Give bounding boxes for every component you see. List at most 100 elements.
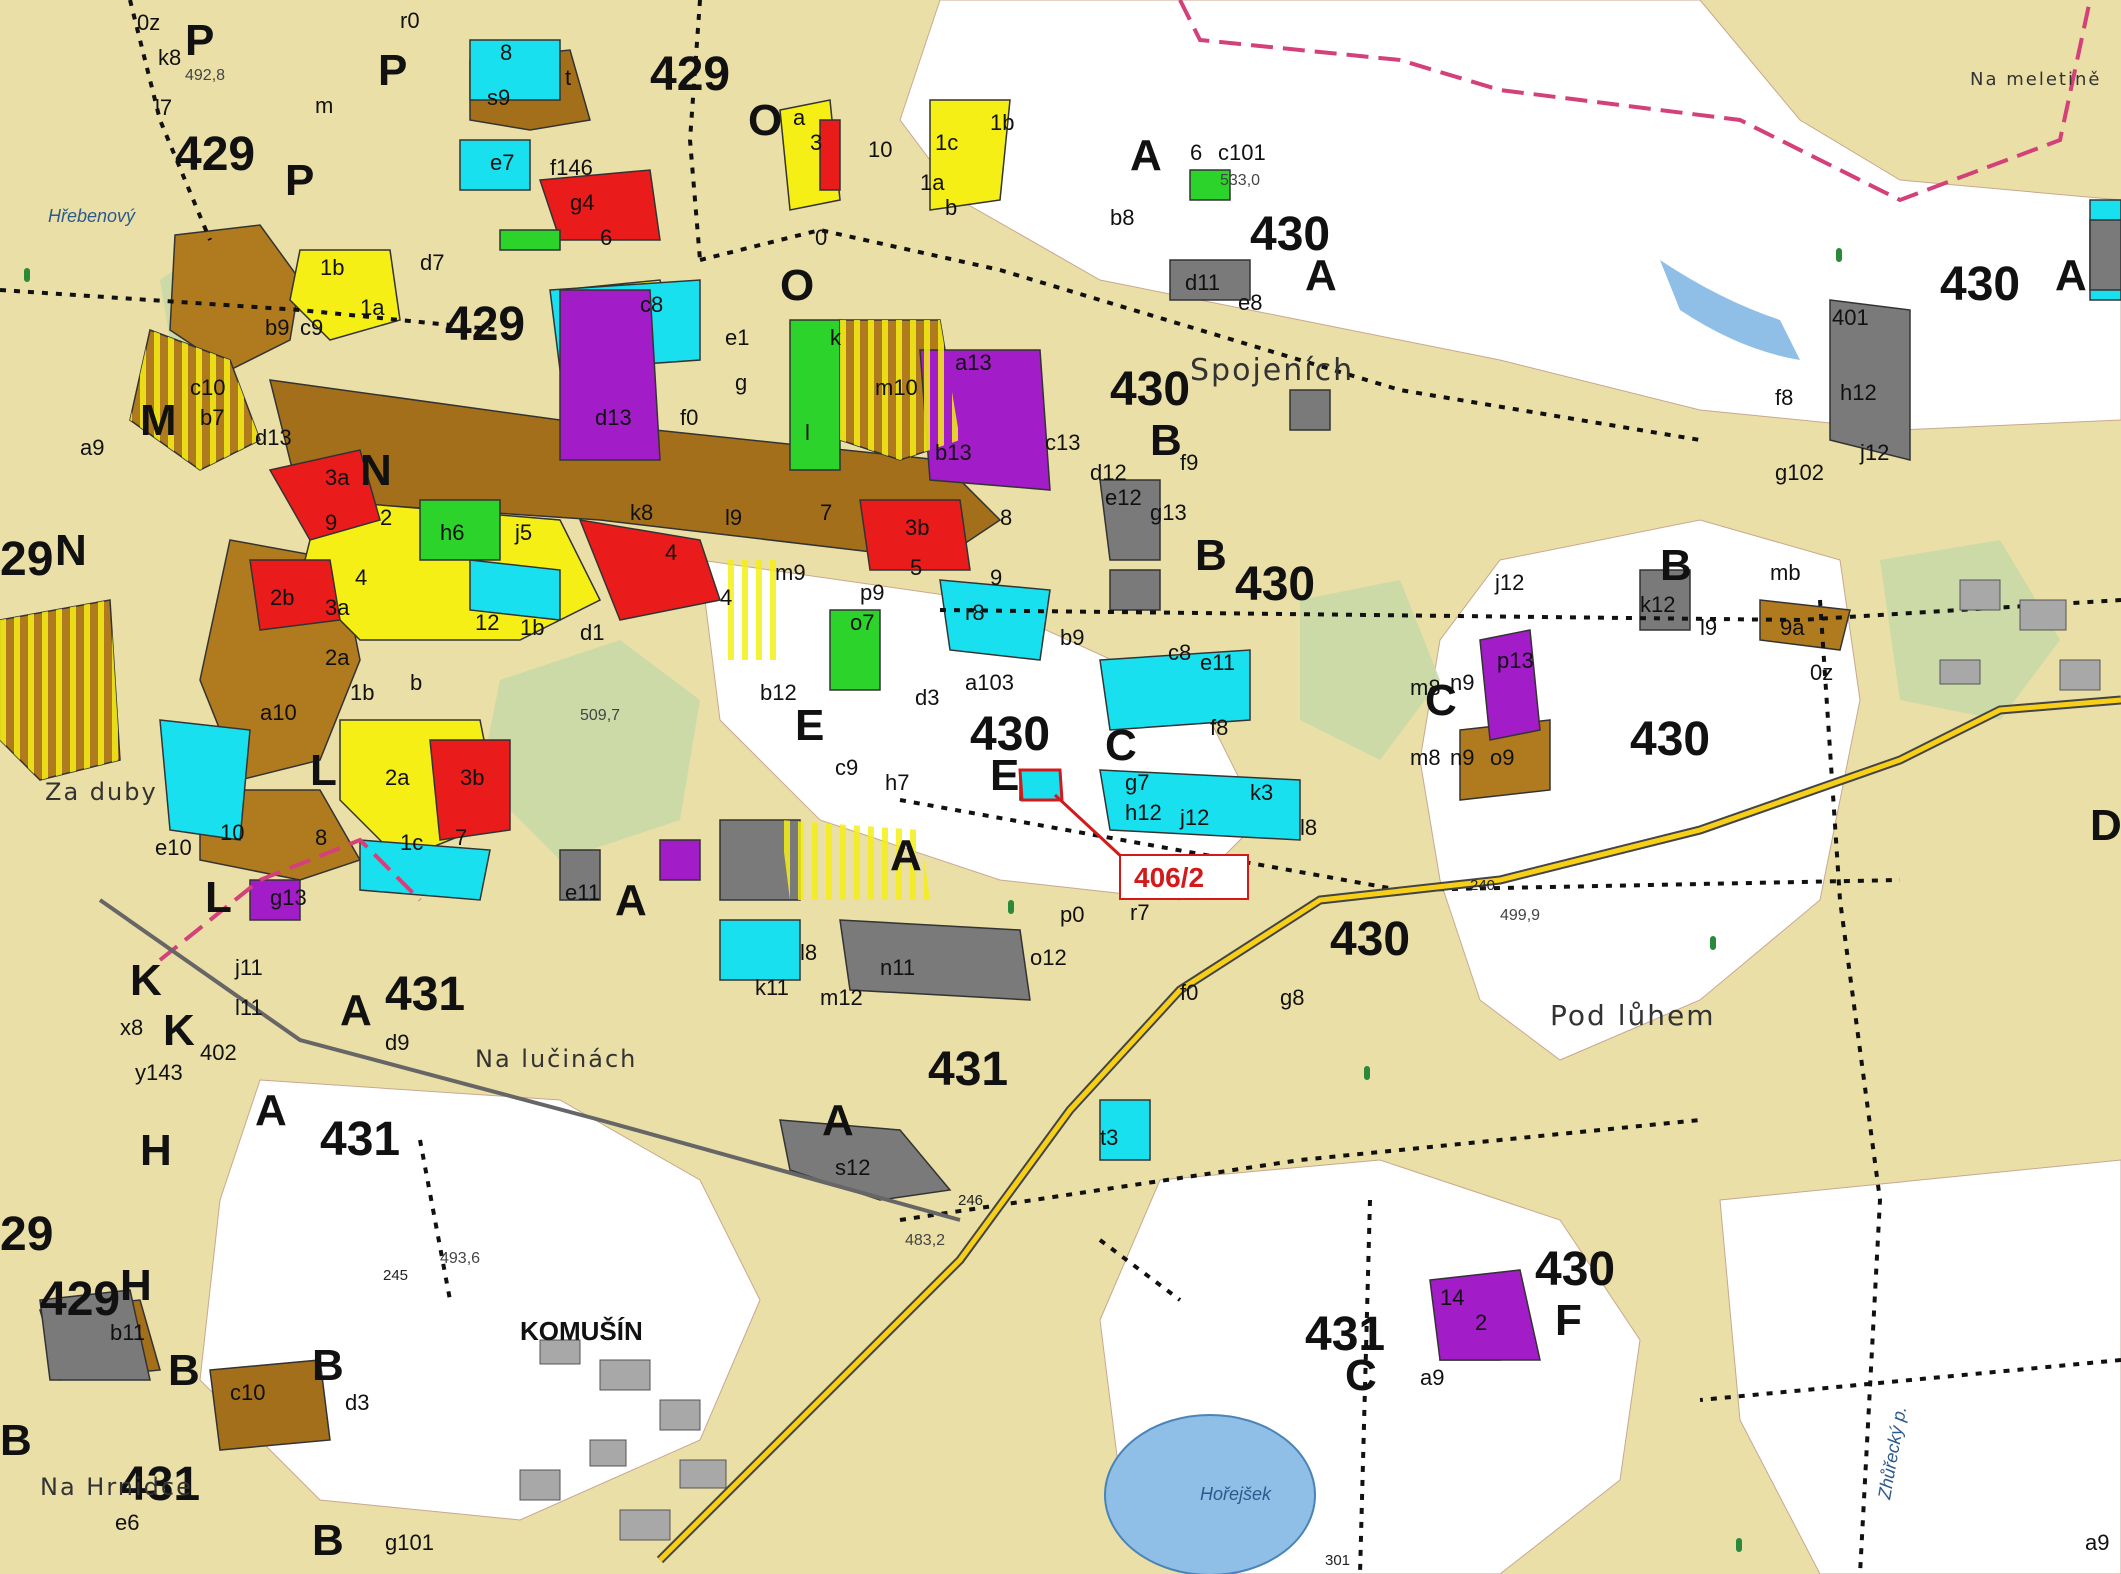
stand-letter: E xyxy=(990,751,1019,800)
stand-letter: A xyxy=(615,876,647,925)
plot-label: n11 xyxy=(880,955,915,980)
plot-label: 2a xyxy=(325,645,350,670)
stand-letter: A xyxy=(255,1086,287,1135)
plot-label: o9 xyxy=(1490,745,1514,770)
stand-letter: N xyxy=(360,446,392,495)
stand-letter: A xyxy=(1130,131,1162,180)
plot-label: e7 xyxy=(490,150,514,175)
callout-label: 406/2 xyxy=(1134,862,1204,893)
plot-label: a xyxy=(793,105,806,130)
plot-label: d9 xyxy=(385,1030,409,1055)
plot-label: b xyxy=(410,670,422,695)
plot-label: d11 xyxy=(1185,270,1220,295)
plot-label: c9 xyxy=(835,755,858,780)
place-name: Hřebenový xyxy=(48,206,136,226)
place-name: Na meletině xyxy=(1970,69,2101,90)
compartment-number: 430 xyxy=(1110,363,1190,416)
plot-label: g xyxy=(735,370,747,395)
plot-label: k11 xyxy=(755,975,789,1000)
plot-label: t3 xyxy=(1100,1125,1118,1150)
plot-label: 3a xyxy=(325,465,350,490)
plot-label: d13 xyxy=(595,405,632,430)
plot-label: d13 xyxy=(255,425,292,450)
plot-label: 9 xyxy=(325,510,337,535)
plot-label: 10 xyxy=(868,137,892,162)
plot-label: 8 xyxy=(315,825,327,850)
plot-label: b12 xyxy=(760,680,797,705)
stand-letter: H xyxy=(120,1261,152,1310)
plot-label: 0z xyxy=(1810,660,1833,685)
plot-label: m8 xyxy=(1410,745,1441,770)
plot-label: b13 xyxy=(935,440,972,465)
plot-label: j11 xyxy=(234,955,263,980)
plot-label: 12 xyxy=(475,610,499,635)
plot-label: h12 xyxy=(1125,800,1162,825)
elevation-label: 493,6 xyxy=(440,1250,480,1267)
plot-label: e6 xyxy=(115,1510,139,1535)
plot-label: g102 xyxy=(1775,460,1824,485)
stand-letter: K xyxy=(163,1006,195,1055)
place-name: Na lučinách xyxy=(475,1045,637,1073)
plot-label: f0 xyxy=(680,405,698,430)
plot-label: n9 xyxy=(1450,670,1474,695)
plot-label: k3 xyxy=(1250,780,1273,805)
compartment-number: 29 xyxy=(0,533,53,586)
plot-label: c101 xyxy=(1218,140,1266,165)
plot-label: b9 xyxy=(1060,625,1084,650)
lake-name: Hořejšek xyxy=(1200,1484,1272,1504)
plot-label: 9a xyxy=(1780,615,1805,640)
plot-label: j12 xyxy=(1859,440,1889,465)
plot-label: 8 xyxy=(1000,505,1012,530)
plot-label: b xyxy=(945,195,957,220)
stand-letter: B xyxy=(312,1516,344,1565)
compartment-number: 430 xyxy=(1535,1243,1615,1296)
compartment-number: 431 xyxy=(928,1043,1008,1096)
place-name: Spojeních xyxy=(1190,353,1354,388)
plot-label: b7 xyxy=(200,405,224,430)
plot-label: j12 xyxy=(1179,805,1209,830)
stand-letter: M xyxy=(140,396,177,445)
plot-label: m9 xyxy=(775,560,806,585)
plot-label: 2 xyxy=(1475,1310,1487,1335)
plot-label: t xyxy=(565,65,571,90)
plot-label: l8 xyxy=(800,940,817,965)
plot-label: 9 xyxy=(990,565,1002,590)
stand-letter: E xyxy=(795,701,824,750)
road-marker: 245 xyxy=(383,1267,408,1284)
plot-label: r7 xyxy=(1130,900,1150,925)
stand-letter: P xyxy=(378,46,407,95)
plot-label: l7 xyxy=(155,95,172,120)
plot-label: a9 xyxy=(1420,1365,1444,1390)
plot-label: 1c xyxy=(400,830,423,855)
compartment-number: 430 xyxy=(1630,713,1710,766)
plot-label: b9 xyxy=(265,315,289,340)
road-marker: 246 xyxy=(958,1192,983,1209)
plot-label: s12 xyxy=(835,1155,870,1180)
plot-label: d7 xyxy=(420,250,444,275)
compartment-number: 429 xyxy=(445,298,525,351)
plot-label: mb xyxy=(1770,560,1801,585)
stand-letter: A xyxy=(2055,251,2087,300)
plot-label: k8 xyxy=(630,500,653,525)
plot-label: f8 xyxy=(1210,715,1228,740)
stand-letter: B xyxy=(0,1416,32,1465)
plot-label: 401 xyxy=(1832,305,1869,330)
plot-label: e10 xyxy=(155,835,192,860)
plot-label: h12 xyxy=(1840,380,1877,405)
plot-label: g101 xyxy=(385,1530,434,1555)
plot-label: p0 xyxy=(1060,902,1084,927)
plot-label: c10 xyxy=(230,1380,265,1405)
forest-management-map: 429 429 429 430 430 430 430 430 430 430 … xyxy=(0,0,2121,1574)
plot-label: 8 xyxy=(500,40,512,65)
plot-label: j12 xyxy=(1494,570,1524,595)
plot-label: b11 xyxy=(110,1320,145,1345)
plot-label: h7 xyxy=(885,770,909,795)
plot-label: m8 xyxy=(1410,675,1441,700)
plot-label: a9 xyxy=(2085,1530,2109,1555)
stand-letter: A xyxy=(890,831,922,880)
plot-label: c10 xyxy=(190,375,225,400)
plot-label: y143 xyxy=(135,1060,183,1085)
elevation-label: 533,0 xyxy=(1220,172,1260,189)
plot-label: d1 xyxy=(580,620,604,645)
elevation-label: 509,7 xyxy=(580,707,620,724)
